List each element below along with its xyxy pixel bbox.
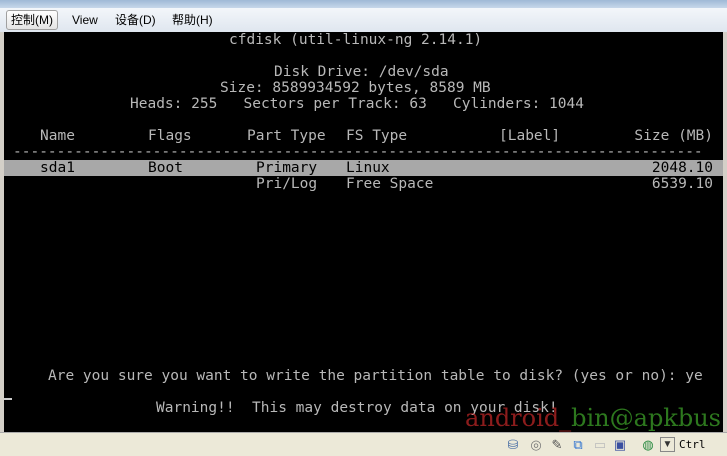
text-cursor	[4, 398, 12, 400]
row-part-type: Primary	[256, 160, 318, 176]
separator: ----------------------------------------…	[13, 144, 703, 160]
disk-size: Size: 8589934592 bytes, 8589 MB	[220, 80, 491, 96]
virtualization-icon[interactable]: ▣	[612, 437, 628, 453]
row-part-type: Pri/Log	[256, 176, 318, 192]
header-flags: Flags	[148, 128, 192, 144]
row-fs-type: Free Space	[346, 176, 434, 192]
menu-help[interactable]: 帮助(H)	[168, 11, 217, 29]
confirm-prompt: Are you sure you want to write the parti…	[48, 368, 703, 384]
header-name: Name	[40, 128, 75, 144]
cfdisk-title: cfdisk (util-linux-ng 2.14.1)	[229, 32, 483, 48]
header-fs-type: FS Type	[346, 128, 408, 144]
window-titlebar	[0, 0, 727, 8]
row-size: 2048.10	[651, 160, 713, 176]
menu-control[interactable]: 控制(M)	[6, 10, 58, 30]
mouse-integration-icon[interactable]: ◍	[640, 437, 656, 453]
row-fs-type: Linux	[346, 160, 390, 176]
hard-disk-icon[interactable]: ⛁	[505, 437, 521, 453]
watermark-part2: bin@apkbus	[571, 404, 721, 432]
vm-console-screen[interactable]: cfdisk (util-linux-ng 2.14.1) Disk Drive…	[4, 32, 723, 432]
disk-geometry: Heads: 255 Sectors per Track: 63 Cylinde…	[130, 96, 584, 112]
row-flags: Boot	[148, 160, 183, 176]
shared-folder-icon[interactable]: ▭	[592, 437, 608, 453]
watermark-part1: android_	[465, 404, 572, 432]
menu-bar: 控制(M) View 设备(D) 帮助(H)	[0, 8, 727, 32]
keyboard-capture-icon[interactable]: ▼	[660, 437, 675, 452]
host-key-label: Ctrl	[679, 438, 706, 451]
menu-view[interactable]: View	[68, 11, 102, 29]
header-label: [Label]	[499, 128, 561, 144]
status-bar: ⛁ ◎ ✎ ⧉ ▭ ▣ ◍ ▼ Ctrl	[0, 432, 727, 456]
header-part-type: Part Type	[247, 128, 326, 144]
menu-devices[interactable]: 设备(D)	[111, 11, 160, 29]
disk-drive: Disk Drive: /dev/sda	[274, 64, 449, 80]
cd-icon[interactable]: ◎	[528, 437, 544, 453]
row-size: 6539.10	[651, 176, 713, 192]
usb-icon[interactable]: ✎	[549, 437, 565, 453]
row-name: sda1	[40, 160, 75, 176]
watermark: android_bin@apkbus	[465, 404, 721, 432]
header-size: Size (MB)	[634, 128, 713, 144]
network-icon[interactable]: ⧉	[570, 437, 586, 453]
